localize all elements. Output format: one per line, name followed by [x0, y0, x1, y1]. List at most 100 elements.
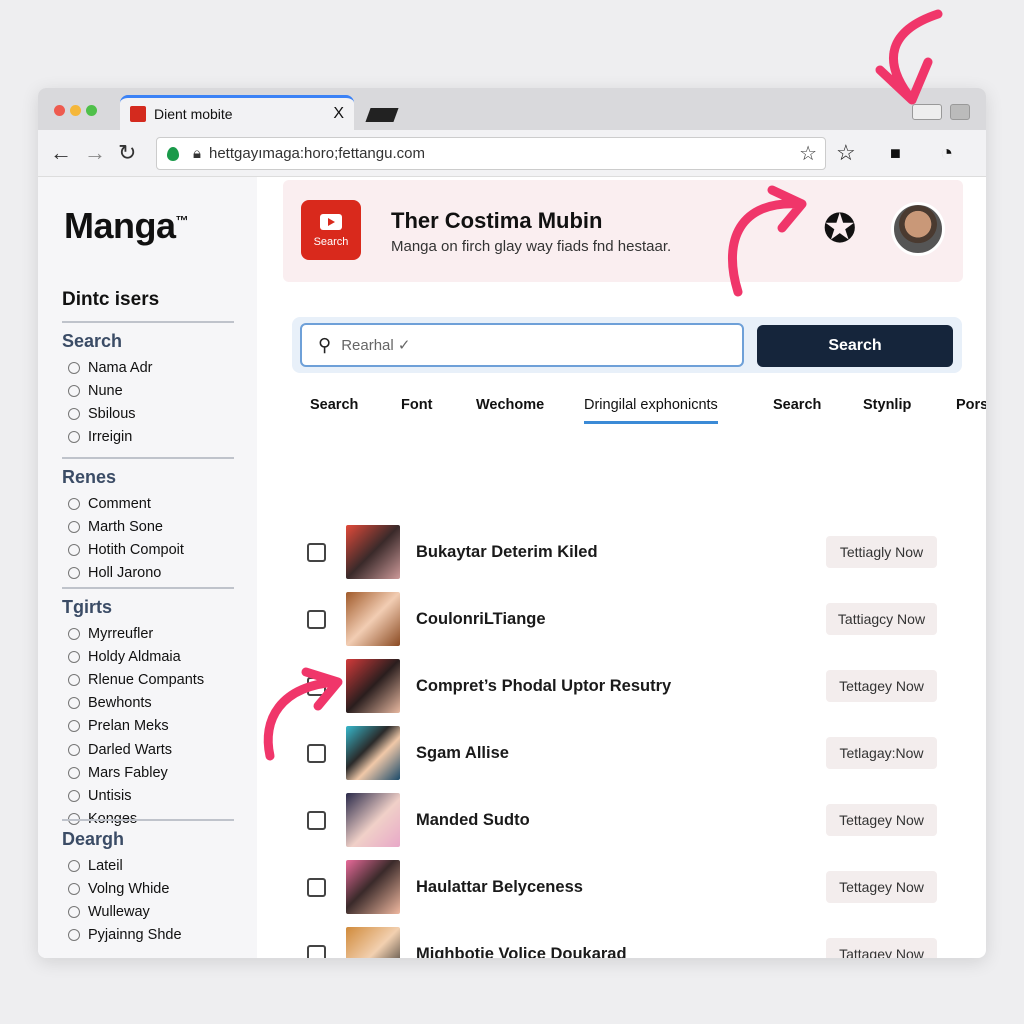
sidebar-item-label: Hotith Compoit: [88, 541, 184, 558]
manga-thumbnail[interactable]: [346, 592, 400, 646]
radio-icon: [68, 859, 80, 872]
row-action-button[interactable]: Tettagey Now: [826, 804, 937, 836]
bookmarks-icon[interactable]: ☆: [836, 140, 856, 166]
manga-thumbnail[interactable]: [346, 726, 400, 780]
favorite-star-icon[interactable]: ✪: [823, 206, 857, 252]
reload-icon[interactable]: ↻: [118, 140, 136, 166]
row-action-button[interactable]: Tettagey Now: [826, 871, 937, 903]
manga-title[interactable]: Mighbotie Volice Doukarad: [416, 945, 627, 959]
tab-item[interactable]: Wechome: [476, 397, 544, 421]
sidebar-item-label: Untisis: [88, 787, 132, 804]
profile-icon[interactable]: ◔: [940, 140, 953, 166]
sidebar-radio-item[interactable]: Darled Warts: [62, 738, 234, 761]
back-icon[interactable]: ←: [50, 140, 72, 166]
manga-thumbnail[interactable]: [346, 659, 400, 713]
manga-thumbnail[interactable]: [346, 860, 400, 914]
sidebar-radio-item[interactable]: Holdy Aldmaia: [62, 645, 234, 668]
sidebar-radio-item[interactable]: Holl Jarono: [62, 562, 234, 585]
url-field[interactable]: 🔒︎ hettgayımaga:horo;fettangu.com ☆: [156, 137, 826, 170]
page-subtitle: Manga on firch glay way fiads fnd hestaa…: [391, 238, 672, 255]
manga-thumbnail[interactable]: [346, 927, 400, 958]
sidebar-radio-item[interactable]: Hotith Compoit: [62, 538, 234, 561]
sidebar-item-label: Irreigin: [88, 429, 133, 446]
bookmark-star-icon[interactable]: ☆: [799, 141, 817, 166]
tab-close-button[interactable]: X: [333, 105, 344, 123]
row-checkbox[interactable]: [307, 676, 326, 696]
sidebar-radio-item[interactable]: Wulleway: [62, 900, 234, 923]
tab-item[interactable]: Pors: [956, 397, 986, 421]
tab-item[interactable]: Dringilal exphonicnts: [584, 397, 718, 424]
favicon-icon: [130, 106, 146, 122]
search-button[interactable]: Search: [757, 325, 953, 367]
radio-icon: [68, 567, 80, 580]
sidebar-radio-item[interactable]: Myrreufler: [62, 622, 234, 645]
row-checkbox[interactable]: [307, 542, 326, 562]
sidebar-radio-item[interactable]: Rlenue Compants: [62, 668, 234, 691]
list-item: Mighbotie Volice Doukarad Tattagey Now: [307, 926, 937, 958]
radio-icon: [68, 789, 80, 802]
radio-icon: [68, 766, 80, 779]
sidebar-item-label: Darled Warts: [88, 741, 173, 758]
divider: [62, 819, 234, 821]
sidebar-radio-item[interactable]: Nama Adr: [62, 356, 234, 379]
window-restore-button[interactable]: [912, 104, 942, 120]
app-icon[interactable]: Search: [301, 200, 361, 260]
manga-title[interactable]: Compret’s Phodal Uptor Resutry: [416, 677, 671, 696]
sidebar-radio-item[interactable]: Mars Fabley: [62, 761, 234, 784]
radio-icon: [68, 384, 80, 397]
row-checkbox[interactable]: [307, 944, 326, 958]
avatar[interactable]: [891, 202, 945, 256]
sidebar-radio-item[interactable]: Sbilous: [62, 402, 234, 425]
row-action-button[interactable]: Tetlagay:Now: [826, 737, 937, 769]
tab-item[interactable]: Stynlip: [863, 397, 911, 421]
sidebar-section-heading: Tgirts: [62, 597, 113, 617]
sidebar-radio-item[interactable]: Pyjainng Shde: [62, 924, 234, 947]
row-checkbox[interactable]: [307, 609, 326, 629]
tab-item[interactable]: Search: [310, 397, 358, 421]
radio-icon: [68, 905, 80, 918]
sidebar-radio-item[interactable]: Prelan Meks: [62, 715, 234, 738]
row-checkbox[interactable]: [307, 877, 326, 897]
sidebar-radio-item[interactable]: Irreigin: [62, 426, 234, 449]
row-checkbox[interactable]: [307, 743, 326, 763]
lock-icon: 🔒︎: [193, 145, 201, 162]
sidebar-radio-item[interactable]: Comment: [62, 492, 234, 515]
manga-title[interactable]: Haulattar Belyceness: [416, 878, 583, 897]
manga-title[interactable]: Bukaytar Deterim Kiled: [416, 543, 598, 562]
new-tab-button[interactable]: [365, 108, 399, 122]
list-item: Compret’s Phodal Uptor Resutry Tettagey N…: [307, 658, 937, 714]
tab-item[interactable]: Search: [773, 397, 821, 421]
row-action-button[interactable]: Tettagey Now: [826, 670, 937, 702]
sidebar-radio-item[interactable]: Untisis: [62, 784, 234, 807]
browser-tab[interactable]: Dient mobite X: [120, 95, 354, 130]
sidebar-radio-item[interactable]: Marth Sone: [62, 515, 234, 538]
manga-title[interactable]: CoulonriLTiange: [416, 610, 546, 629]
manga-title[interactable]: Sgam Allise: [416, 744, 509, 763]
row-checkbox[interactable]: [307, 810, 326, 830]
sidebar-radio-item[interactable]: Volng Whide: [62, 877, 234, 900]
forward-icon[interactable]: →: [84, 140, 106, 166]
manga-thumbnail[interactable]: [346, 793, 400, 847]
close-window-button[interactable]: [54, 105, 65, 116]
site-icon: [167, 146, 179, 161]
search-input[interactable]: ⚲ Rearhal ✓: [300, 323, 744, 367]
maximize-window-button[interactable]: [86, 105, 97, 116]
manga-title[interactable]: Manded Sudto: [416, 811, 530, 830]
url-text: hettgayımaga:horo;fettangu.com: [208, 145, 425, 162]
tab-bar: Dient mobite X: [38, 88, 986, 130]
sidebar-radio-item[interactable]: Lateil: [62, 854, 234, 877]
camera-icon[interactable]: ■: [890, 143, 901, 164]
sidebar-item-label: Comment: [88, 495, 151, 512]
window-menu-button[interactable]: [950, 104, 970, 120]
tab-item[interactable]: Font: [401, 397, 432, 421]
row-action-button[interactable]: Tettiagly Now: [826, 536, 937, 568]
row-action-button[interactable]: Tattiagcy Now: [826, 603, 937, 635]
sidebar-item-label: Wulleway: [88, 903, 150, 920]
sidebar-radio-item[interactable]: Nune: [62, 379, 234, 402]
row-action-button[interactable]: Tattagey Now: [826, 938, 937, 958]
sidebar-radio-item[interactable]: Bewhonts: [62, 692, 234, 715]
app-icon-label: Search: [313, 236, 349, 248]
manga-thumbnail[interactable]: [346, 525, 400, 579]
sidebar-item-label: Pyjainng Shde: [88, 927, 182, 944]
minimize-window-button[interactable]: [70, 105, 81, 116]
